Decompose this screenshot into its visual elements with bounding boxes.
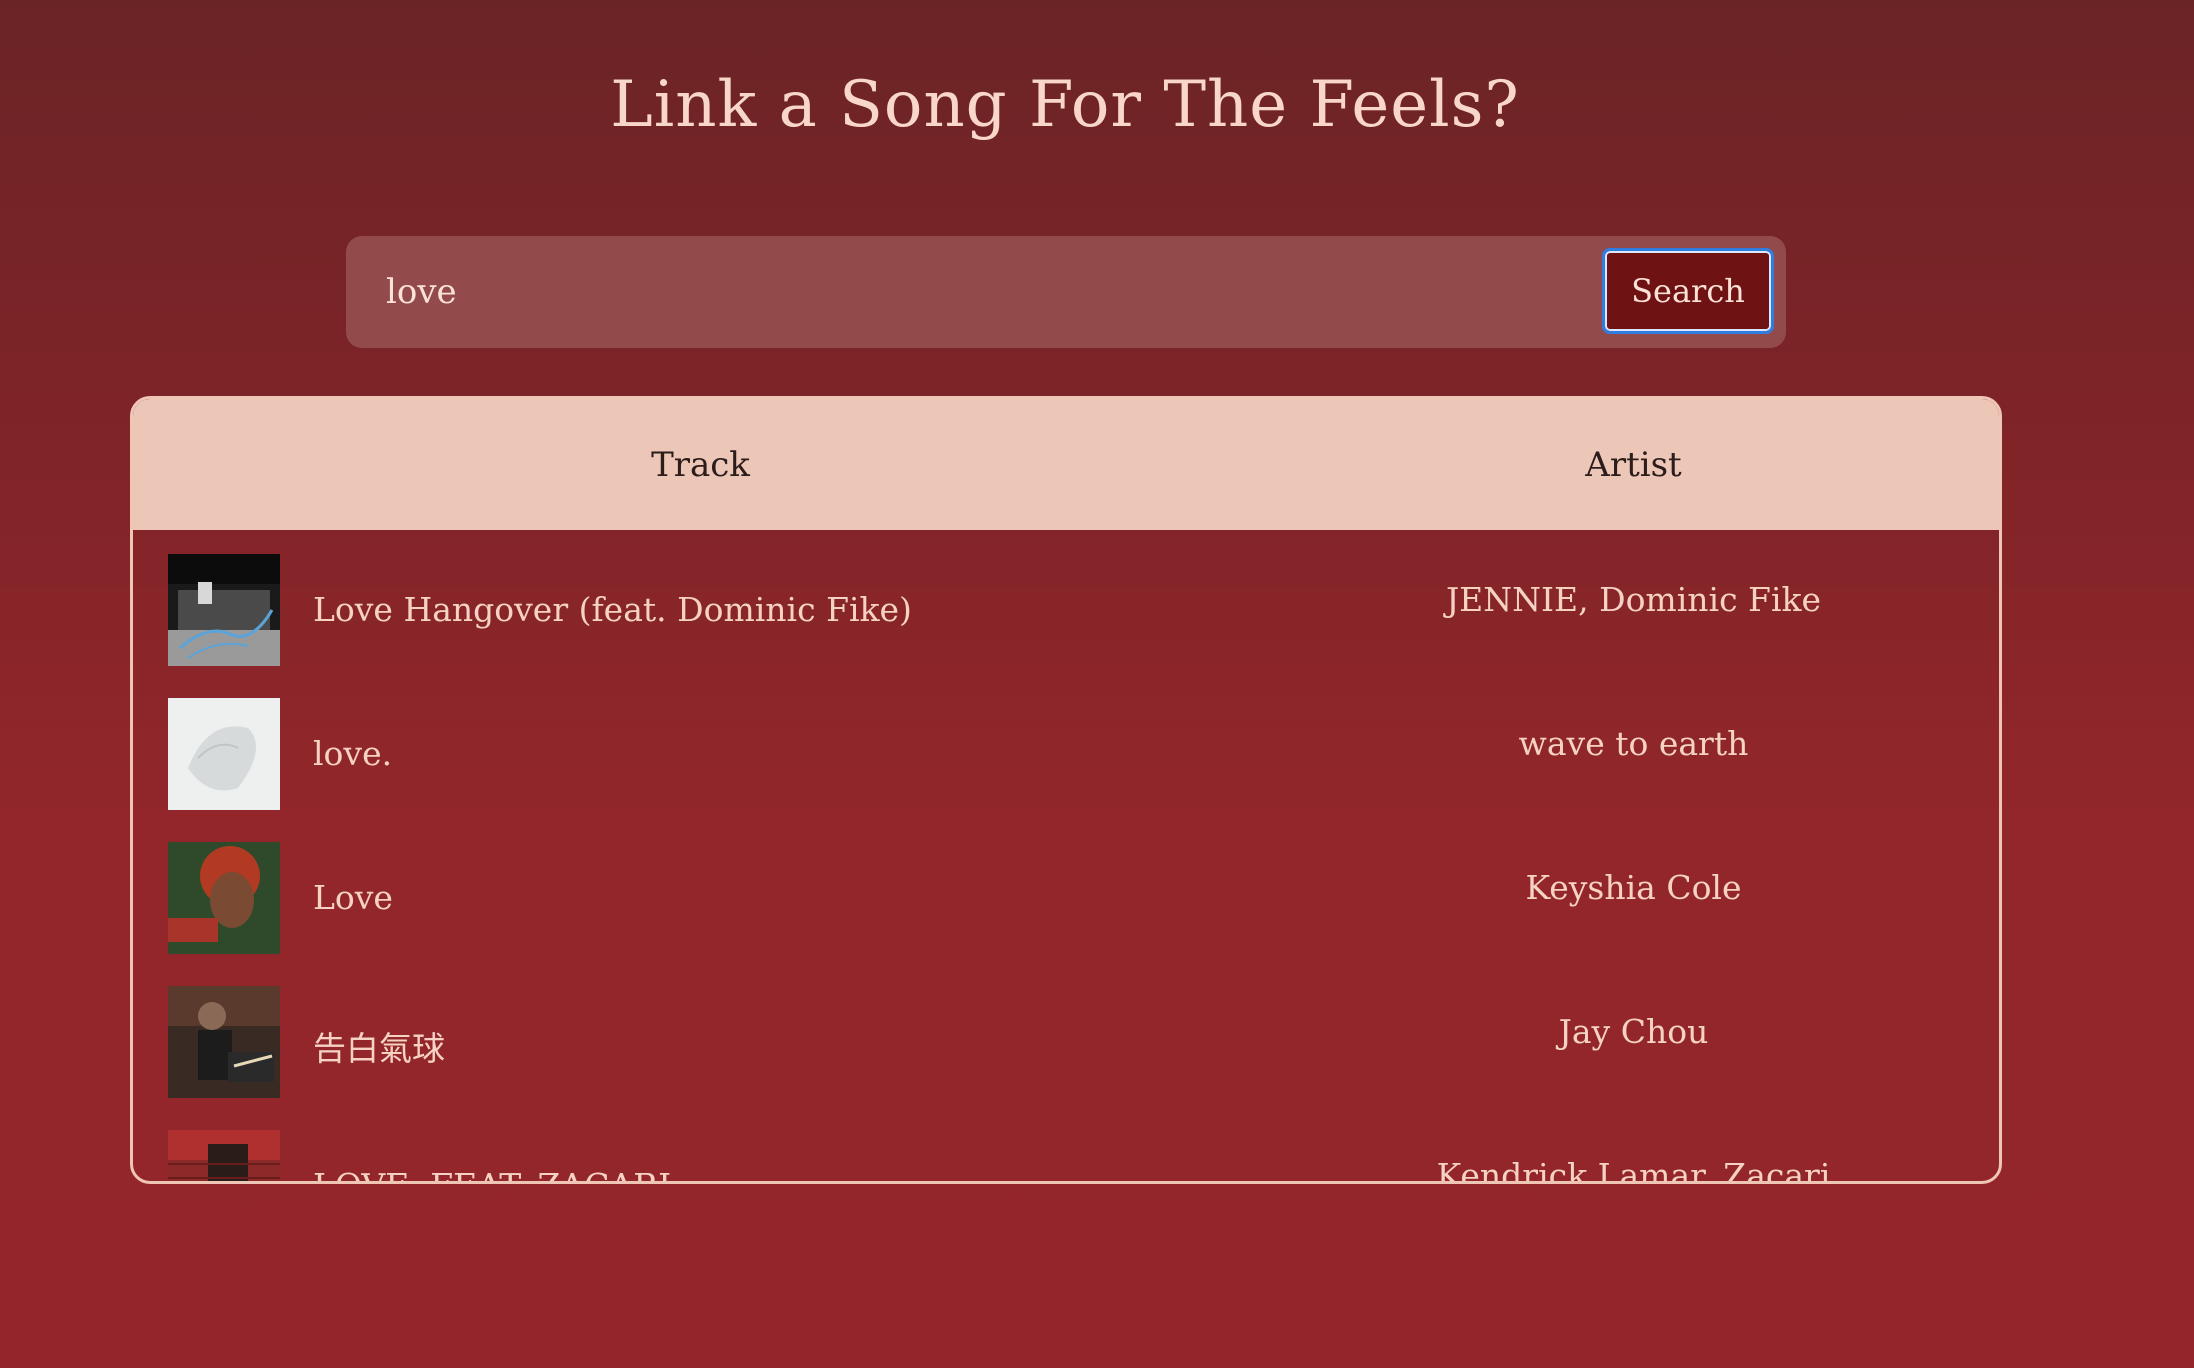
track-title: Love Hangover (feat. Dominic Fike): [313, 590, 912, 629]
table-row[interactable]: love. wave to earth: [133, 698, 1999, 812]
page-title: Link a Song For The Feels?: [610, 68, 1520, 142]
album-art-image: [168, 554, 280, 666]
artist-name: wave to earth: [1518, 724, 1749, 763]
results-table[interactable]: Track Artist Love Hangover (feat. Domini…: [130, 396, 2002, 1184]
search-bar: Search: [346, 236, 1786, 348]
table-row[interactable]: Love Keyshia Cole: [133, 842, 1999, 956]
table-row[interactable]: LOVE. FEAT. ZACARI. Kendrick Lamar, Zaca…: [133, 1130, 1999, 1184]
track-title: 告白氣球: [313, 1029, 445, 1068]
artist-column-header: Artist: [1585, 444, 1682, 485]
search-input[interactable]: [386, 260, 1586, 324]
track-column-header: Track: [651, 444, 750, 485]
album-art-image: [168, 986, 280, 1098]
artist-name: Kendrick Lamar, Zacari: [1436, 1156, 1831, 1184]
search-button[interactable]: Search: [1602, 248, 1774, 334]
album-art-image: [168, 1130, 280, 1181]
album-art-image: [168, 842, 280, 954]
track-title: love.: [313, 734, 393, 773]
artist-name: JENNIE, Dominic Fike: [1445, 580, 1822, 619]
table-row[interactable]: 告白氣球 Jay Chou: [133, 986, 1999, 1100]
table-header: Track Artist: [133, 399, 1999, 530]
table-row[interactable]: Love Hangover (feat. Dominic Fike) JENNI…: [133, 554, 1999, 668]
artist-name: Keyshia Cole: [1525, 868, 1742, 907]
artist-name: Jay Chou: [1558, 1012, 1709, 1051]
track-title: LOVE. FEAT. ZACARI.: [313, 1166, 682, 1181]
track-title: Love: [313, 878, 393, 917]
album-art-image: [168, 698, 280, 810]
